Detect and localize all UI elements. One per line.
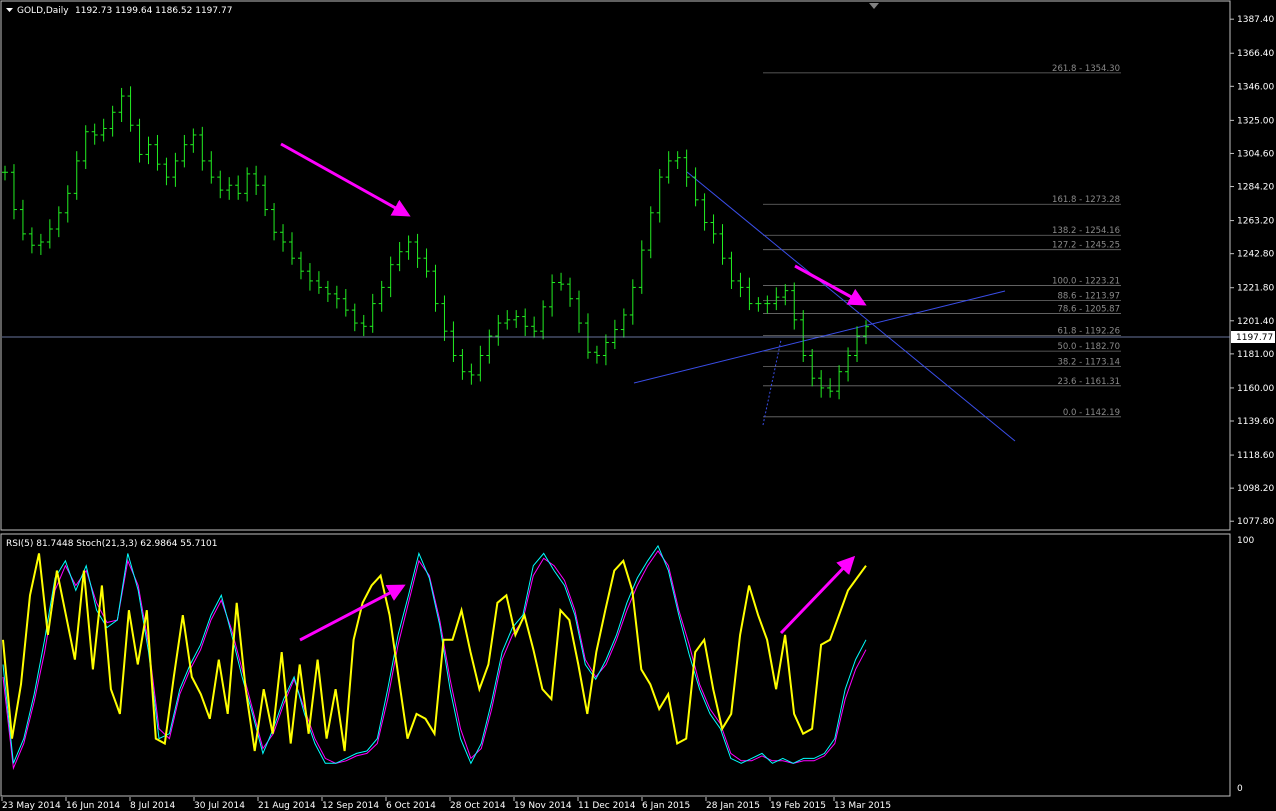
indicator-header: RSI(5) 81.7448 Stoch(21,3,3) 62.9864 55.… — [6, 539, 218, 549]
fibo-level-label: 88.6 - 1213.97 — [1057, 291, 1120, 301]
time-tick-label: 23 May 2014 — [2, 801, 61, 811]
price-tick-label: 1098.20 — [1237, 484, 1274, 494]
price-tick-label: 1201.40 — [1237, 317, 1274, 327]
osc-tick-label: 0 — [1237, 784, 1243, 794]
price-tick-label: 1325.00 — [1237, 116, 1274, 126]
symbol-label: GOLD,Daily — [17, 6, 69, 16]
price-tick-label: 1304.60 — [1237, 149, 1274, 159]
time-tick-label: 19 Feb 2015 — [770, 801, 826, 811]
trading-chart[interactable]: GOLD,Daily 1192.73 1199.64 1186.52 1197.… — [0, 0, 1276, 811]
price-pane[interactable] — [0, 0, 1231, 531]
time-tick-label: 13 Mar 2015 — [834, 801, 891, 811]
fibo-level-label: 100.0 - 1223.21 — [1052, 276, 1120, 286]
time-tick-label: 21 Aug 2014 — [258, 801, 316, 811]
time-tick-label: 30 Jul 2014 — [194, 801, 245, 811]
price-tick-label: 1118.60 — [1237, 451, 1274, 461]
price-axis: 1387.40 1366.40 1346.00 1325.00 1304.60 1284.… — [1230, 15, 1274, 527]
fibo-level-label: 138.2 - 1254.16 — [1052, 226, 1120, 236]
indicator-pane[interactable] — [0, 533, 1231, 797]
price-tick-label: 1263.20 — [1237, 217, 1274, 227]
time-tick-label: 28 Jan 2015 — [706, 801, 760, 811]
price-tick-label: 1242.80 — [1237, 250, 1274, 260]
price-tick-label: 1160.00 — [1237, 384, 1274, 394]
fibo-level-label: 261.8 - 1354.30 — [1052, 64, 1120, 74]
time-tick-label: 6 Jan 2015 — [642, 801, 690, 811]
time-tick-label: 28 Oct 2014 — [450, 801, 506, 811]
price-tick-label: 1221.80 — [1237, 284, 1274, 294]
fibo-level-label: 50.0 - 1182.70 — [1057, 342, 1120, 352]
current-price-label: 1197.77 — [1236, 333, 1273, 343]
time-tick-label: 8 Jul 2014 — [130, 801, 175, 811]
fibo-level-label: 0.0 - 1142.19 — [1063, 408, 1120, 418]
price-tick-label: 1139.60 — [1237, 417, 1274, 427]
fibo-level-label: 161.8 - 1273.28 — [1052, 195, 1120, 205]
price-tick-label: 1366.40 — [1237, 49, 1274, 59]
time-tick-label: 6 Oct 2014 — [386, 801, 436, 811]
price-tick-label: 1284.20 — [1237, 183, 1274, 193]
osc-tick-label: 100 — [1237, 536, 1254, 546]
fibo-level-label: 38.2 - 1173.14 — [1057, 358, 1120, 368]
time-tick-label: 19 Nov 2014 — [514, 801, 572, 811]
fibo-level-label: 78.6 - 1205.87 — [1057, 305, 1120, 315]
price-tick-label: 1387.40 — [1237, 15, 1274, 25]
price-tick-label: 1346.00 — [1237, 82, 1274, 92]
oscillator-axis: 100 0 — [1237, 536, 1254, 794]
price-tick-label: 1181.00 — [1237, 350, 1274, 360]
fibo-level-label: 61.8 - 1192.26 — [1057, 327, 1120, 337]
fibo-level-label: 127.2 - 1245.25 — [1052, 241, 1120, 251]
time-tick-label: 16 Jun 2014 — [66, 801, 120, 811]
price-tick-label: 1077.80 — [1237, 517, 1274, 527]
time-tick-label: 11 Dec 2014 — [578, 801, 636, 811]
time-axis: 23 May 2014 16 Jun 2014 8 Jul 2014 30 Jul 2… — [1, 797, 891, 811]
price-header: GOLD,Daily 1192.73 1199.64 1186.52 1197.… — [6, 6, 232, 16]
fibo-level-label: 23.6 - 1161.31 — [1057, 377, 1120, 387]
time-tick-label: 12 Sep 2014 — [322, 801, 379, 811]
ohlc-values: 1192.73 1199.64 1186.52 1197.77 — [75, 6, 232, 16]
